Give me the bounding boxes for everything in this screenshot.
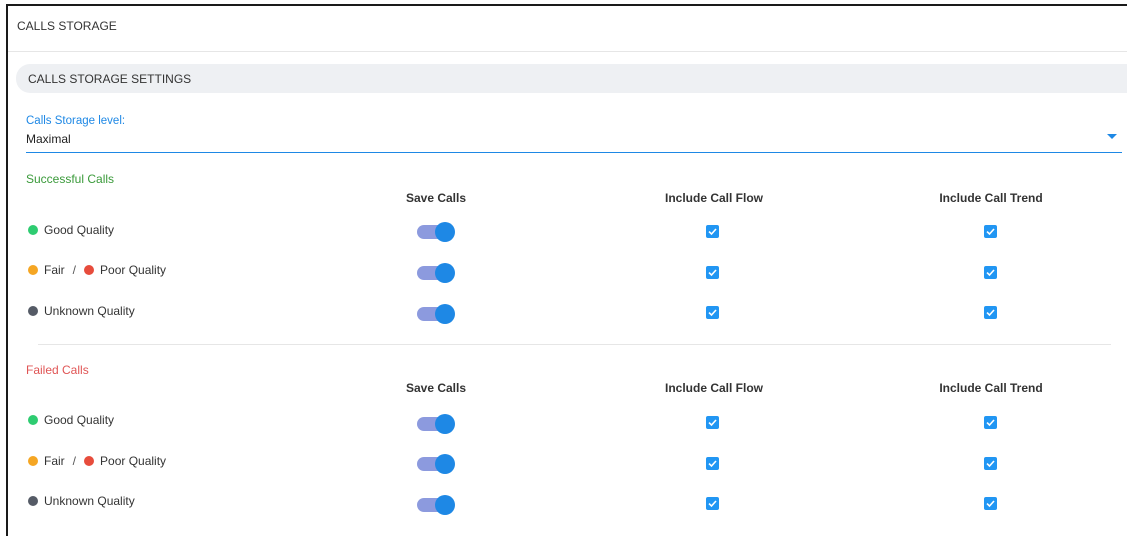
toggle-knob xyxy=(435,414,455,434)
poor-quality-dot-icon xyxy=(84,456,95,466)
calls-storage-panel: CALLS STORAGE CALLS STORAGE SETTINGS Cal… xyxy=(6,4,1127,536)
good-quality-dot-icon xyxy=(28,225,38,235)
check-icon xyxy=(708,228,717,236)
separator: / xyxy=(72,263,77,277)
fair-label: Fair xyxy=(44,454,65,468)
unknown-quality-label: Unknown Quality xyxy=(44,494,135,508)
checkbox-call-flow-failed-good[interactable] xyxy=(706,416,719,429)
col-header-include-call-trend: Include Call Trend xyxy=(939,191,1043,205)
checkbox-call-flow-success-fair-poor[interactable] xyxy=(706,266,719,279)
unknown-quality-dot-icon xyxy=(28,496,38,506)
toggle-knob xyxy=(435,454,455,474)
checkbox-call-trend-success-unknown[interactable] xyxy=(984,306,997,319)
good-quality-dot-icon xyxy=(28,415,38,425)
page-title: CALLS STORAGE xyxy=(17,19,117,33)
separator: / xyxy=(72,454,77,468)
col-header-include-call-trend: Include Call Trend xyxy=(939,381,1043,395)
row-label-unknown-quality: Unknown Quality xyxy=(28,304,135,318)
section-title: CALLS STORAGE SETTINGS xyxy=(28,72,192,86)
check-icon xyxy=(986,269,995,277)
checkbox-call-trend-failed-good[interactable] xyxy=(984,416,997,429)
checkbox-call-trend-failed-fair-poor[interactable] xyxy=(984,457,997,470)
unknown-quality-dot-icon xyxy=(28,306,38,316)
check-icon xyxy=(986,228,995,236)
row-label-fair-poor-quality: Fair / Poor Quality xyxy=(28,263,166,277)
toggle-knob xyxy=(435,263,455,283)
failed-calls-title: Failed Calls xyxy=(26,363,89,377)
check-icon xyxy=(708,460,717,468)
toggle-knob xyxy=(435,495,455,515)
toggle-save-calls-failed-fair-poor[interactable] xyxy=(417,454,455,474)
col-header-include-call-flow: Include Call Flow xyxy=(664,381,764,395)
row-label-unknown-quality: Unknown Quality xyxy=(28,494,135,508)
check-icon xyxy=(708,309,717,317)
checkbox-call-flow-failed-unknown[interactable] xyxy=(706,497,719,510)
toggle-knob xyxy=(435,222,455,242)
check-icon xyxy=(986,460,995,468)
toggle-knob xyxy=(435,304,455,324)
unknown-quality-label: Unknown Quality xyxy=(44,304,135,318)
good-quality-label: Good Quality xyxy=(44,413,115,427)
col-header-save-calls: Save Calls xyxy=(405,191,467,205)
storage-level-select[interactable]: Maximal xyxy=(26,132,71,146)
caret-down-icon[interactable] xyxy=(1107,134,1117,139)
check-icon xyxy=(986,500,995,508)
group-divider xyxy=(38,344,1111,345)
storage-level-underline xyxy=(26,152,1122,153)
toggle-save-calls-success-fair-poor[interactable] xyxy=(417,263,455,283)
toggle-save-calls-failed-unknown[interactable] xyxy=(417,495,455,515)
poor-quality-dot-icon xyxy=(84,265,95,275)
good-quality-label: Good Quality xyxy=(44,223,115,237)
fair-quality-dot-icon xyxy=(28,265,38,275)
checkbox-call-flow-success-good[interactable] xyxy=(706,225,719,238)
col-header-save-calls: Save Calls xyxy=(405,381,467,395)
row-label-good-quality: Good Quality xyxy=(28,413,114,427)
check-icon xyxy=(708,419,717,427)
checkbox-call-flow-failed-fair-poor[interactable] xyxy=(706,457,719,470)
check-icon xyxy=(708,500,717,508)
row-label-fair-poor-quality: Fair / Poor Quality xyxy=(28,454,166,468)
row-label-good-quality: Good Quality xyxy=(28,223,114,237)
checkbox-call-trend-success-good[interactable] xyxy=(984,225,997,238)
fair-quality-dot-icon xyxy=(28,456,38,466)
check-icon xyxy=(986,419,995,427)
successful-calls-title: Successful Calls xyxy=(26,172,115,186)
title-divider xyxy=(8,51,1127,52)
toggle-save-calls-failed-good[interactable] xyxy=(417,414,455,434)
check-icon xyxy=(986,309,995,317)
check-icon xyxy=(708,269,717,277)
checkbox-call-flow-success-unknown[interactable] xyxy=(706,306,719,319)
toggle-save-calls-success-good[interactable] xyxy=(417,222,455,242)
col-header-include-call-flow: Include Call Flow xyxy=(664,191,764,205)
checkbox-call-trend-failed-unknown[interactable] xyxy=(984,497,997,510)
section-header: CALLS STORAGE SETTINGS xyxy=(16,64,1127,93)
checkbox-call-trend-success-fair-poor[interactable] xyxy=(984,266,997,279)
toggle-save-calls-success-unknown[interactable] xyxy=(417,304,455,324)
fair-label: Fair xyxy=(44,263,65,277)
poor-quality-label: Poor Quality xyxy=(100,454,167,468)
storage-level-label: Calls Storage level: xyxy=(26,115,126,127)
poor-quality-label: Poor Quality xyxy=(100,263,167,277)
